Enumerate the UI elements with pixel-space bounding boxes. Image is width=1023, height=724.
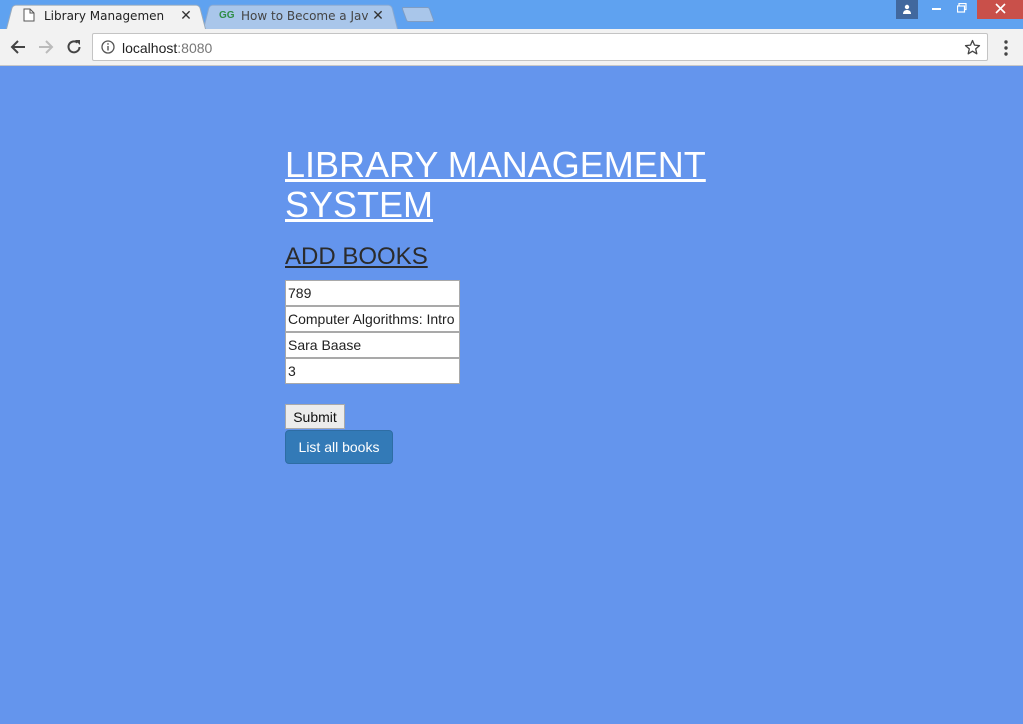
back-arrow-icon[interactable] xyxy=(8,37,28,57)
forward-arrow-icon[interactable] xyxy=(36,37,56,57)
gfg-icon: GG xyxy=(219,10,235,21)
author-input[interactable] xyxy=(285,332,460,358)
close-window-icon[interactable] xyxy=(977,0,1023,19)
menu-icon[interactable] xyxy=(998,38,1014,58)
add-book-form xyxy=(285,280,460,384)
tab-javascript-article[interactable]: GG How to Become a JavaSc ✕ xyxy=(203,3,398,29)
book-id-input[interactable] xyxy=(285,280,460,306)
section-title: ADD BOOKS xyxy=(285,243,428,270)
list-all-books-button[interactable]: List all books xyxy=(285,430,393,464)
close-tab-icon[interactable]: ✕ xyxy=(178,7,194,23)
new-tab-button[interactable] xyxy=(401,7,435,22)
copies-input[interactable] xyxy=(285,358,460,384)
address-bar[interactable]: localhost:8080 xyxy=(92,33,988,61)
tab-library-management[interactable]: Library Management ✕ xyxy=(6,3,206,29)
minimize-icon[interactable] xyxy=(924,0,950,19)
reload-icon[interactable] xyxy=(64,37,84,57)
submit-button[interactable]: Submit xyxy=(285,404,345,429)
info-icon[interactable] xyxy=(101,40,115,54)
restore-icon[interactable] xyxy=(949,0,975,19)
url-host: localhost xyxy=(122,40,178,56)
book-name-input[interactable] xyxy=(285,306,460,332)
tab-title: How to Become a JavaSc xyxy=(241,9,369,23)
page-title: LIBRARY MANAGEMENT SYSTEM xyxy=(285,144,706,225)
browser-toolbar: localhost:8080 xyxy=(0,29,1023,66)
url-text: localhost:8080 xyxy=(122,40,212,56)
user-profile-icon[interactable] xyxy=(896,0,918,19)
document-icon xyxy=(22,8,36,24)
tab-title: Library Management xyxy=(44,9,164,23)
page-content: LIBRARY MANAGEMENT SYSTEM ADD BOOKS Subm… xyxy=(0,67,1023,724)
url-port: :8080 xyxy=(177,40,213,56)
browser-titlebar: Library Management ✕ GG How to Become a … xyxy=(0,0,1023,29)
bookmark-star-icon[interactable] xyxy=(964,39,981,56)
close-tab-icon[interactable]: ✕ xyxy=(370,7,386,23)
